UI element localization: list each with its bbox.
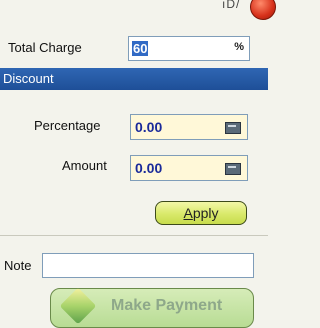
discount-section-header: Discount bbox=[0, 68, 268, 90]
total-charge-label: Total Charge bbox=[8, 40, 82, 55]
top-cut-text: ıD/ bbox=[222, 0, 241, 11]
percentage-value: 0.00 bbox=[135, 119, 163, 135]
calculator-icon[interactable] bbox=[225, 163, 241, 175]
calculator-icon[interactable] bbox=[225, 122, 241, 134]
percentage-field[interactable]: 0.00 bbox=[130, 114, 248, 140]
amount-value: 0.00 bbox=[135, 160, 163, 176]
discount-title: Discount bbox=[3, 71, 54, 86]
make-payment-button[interactable]: Make Payment bbox=[50, 287, 254, 328]
amount-field[interactable]: 0.00 bbox=[130, 155, 248, 181]
payment-icon bbox=[59, 287, 97, 325]
apply-button[interactable]: Apply bbox=[155, 201, 247, 225]
apply-button-mnemonic: A bbox=[183, 205, 193, 221]
top-strip: ıD/ bbox=[0, 0, 276, 28]
total-charge-field[interactable]: 60 % bbox=[128, 36, 250, 61]
percent-icon[interactable]: % bbox=[234, 41, 244, 53]
amount-label: Amount bbox=[62, 158, 107, 173]
note-field[interactable] bbox=[42, 253, 254, 278]
apply-button-label: pply bbox=[192, 205, 219, 221]
divider bbox=[0, 235, 268, 236]
note-label: Note bbox=[4, 258, 32, 273]
total-charge-value: 60 bbox=[132, 41, 149, 56]
close-icon[interactable] bbox=[250, 0, 276, 20]
percentage-label: Percentage bbox=[34, 118, 101, 133]
make-payment-label: Make Payment bbox=[111, 297, 223, 314]
